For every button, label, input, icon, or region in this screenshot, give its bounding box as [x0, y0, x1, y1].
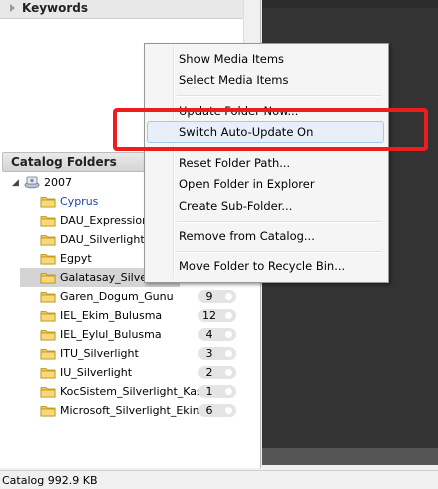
- item-count: 3: [205, 347, 213, 360]
- folder-icon: [40, 404, 56, 417]
- folder-icon: [40, 290, 56, 303]
- item-count-badge: 2: [198, 366, 236, 379]
- keywords-header[interactable]: Keywords: [0, 0, 243, 19]
- folder-name: Garen_Dogum_Gunu: [60, 290, 174, 303]
- folder-icon: [40, 366, 56, 379]
- menu-item-open-in-explorer[interactable]: Open Folder in Explorer: [147, 173, 384, 195]
- item-count: 4: [205, 328, 213, 341]
- status-dot-icon: [225, 350, 232, 357]
- folder-name: Cyprus: [60, 195, 99, 208]
- menu-item-show-media-items[interactable]: Show Media Items: [147, 48, 384, 70]
- menu-separator: [177, 95, 381, 97]
- catalog-folders-title: Catalog Folders: [11, 155, 117, 169]
- drive-icon: [24, 176, 40, 189]
- folder-row[interactable]: IEL_Eylul_Bulusma 4: [22, 325, 260, 344]
- keywords-title: Keywords: [22, 1, 89, 15]
- status-dot-icon: [225, 331, 232, 338]
- status-text: Catalog 992.9 KB: [2, 474, 98, 487]
- folder-name: Microsoft_Silverlight_Ekim: [60, 404, 204, 417]
- folder-name: IEL_Eylul_Bulusma: [60, 328, 162, 341]
- highlight-annotation: [113, 108, 428, 151]
- item-count: 12: [202, 309, 216, 322]
- folder-icon: [40, 233, 56, 246]
- menu-separator: [177, 221, 381, 223]
- item-count-badge: 6: [198, 404, 236, 417]
- folder-name: DAU_Silverlight_A: [60, 233, 158, 246]
- bottom-strip: [262, 448, 438, 465]
- expand-triangle-icon[interactable]: [10, 4, 15, 12]
- item-count-badge: 4: [198, 328, 236, 341]
- menu-item-select-media-items[interactable]: Select Media Items: [147, 69, 384, 91]
- folder-name: IU_Silverlight: [60, 366, 133, 379]
- menu-item-remove-from-catalog[interactable]: Remove from Catalog...: [147, 225, 384, 247]
- status-bar: Catalog 992.9 KB: [0, 470, 438, 489]
- tree-root-label: 2007: [44, 176, 72, 189]
- folder-icon: [40, 271, 56, 284]
- folder-name: ITU_Silverlight: [60, 347, 139, 360]
- item-count: 1: [205, 385, 213, 398]
- item-count: 2: [205, 366, 213, 379]
- folder-row[interactable]: IU_Silverlight 2: [22, 363, 260, 382]
- top-strip: [262, 0, 438, 8]
- folder-row[interactable]: ITU_Silverlight 3: [22, 344, 260, 363]
- item-count: 6: [205, 404, 213, 417]
- collapse-icon[interactable]: ◢: [12, 178, 19, 188]
- folder-icon: [40, 309, 56, 322]
- menu-item-create-sub-folder[interactable]: Create Sub-Folder...: [147, 195, 384, 217]
- folder-icon: [40, 347, 56, 360]
- item-count-badge: 9: [198, 290, 236, 303]
- folder-name: Egpyt: [60, 252, 92, 265]
- folder-name: IEL_Ekim_Bulusma: [60, 309, 163, 322]
- status-dot-icon: [225, 293, 232, 300]
- folder-icon: [40, 328, 56, 341]
- context-menu: Show Media Items Select Media Items Upda…: [144, 43, 389, 283]
- folder-row[interactable]: Microsoft_Silverlight_Ekim 6: [22, 401, 260, 420]
- item-count-badge: 1: [198, 385, 236, 398]
- status-dot-icon: [225, 388, 232, 395]
- folder-row[interactable]: IEL_Ekim_Bulusma 12: [22, 306, 260, 325]
- folder-name: KocSistem_Silverlight_Kasim: [60, 385, 217, 398]
- status-dot-icon: [225, 407, 232, 414]
- folder-icon: [40, 252, 56, 265]
- status-dot-icon: [225, 312, 232, 319]
- folder-icon: [40, 385, 56, 398]
- menu-separator: [177, 251, 381, 253]
- folder-name: DAU_Expression_: [60, 214, 155, 227]
- item-count-badge: 12: [198, 309, 236, 322]
- folder-row[interactable]: KocSistem_Silverlight_Kasim 1: [22, 382, 260, 401]
- menu-item-reset-folder-path[interactable]: Reset Folder Path...: [147, 152, 384, 174]
- folder-icon: [40, 214, 56, 227]
- item-count: 9: [205, 290, 213, 303]
- folder-icon: [40, 195, 56, 208]
- folder-row[interactable]: Garen_Dogum_Gunu 9: [22, 287, 260, 306]
- item-count-badge: 3: [198, 347, 236, 360]
- status-dot-icon: [225, 369, 232, 376]
- menu-item-move-to-recycle-bin[interactable]: Move Folder to Recycle Bin...: [147, 255, 384, 277]
